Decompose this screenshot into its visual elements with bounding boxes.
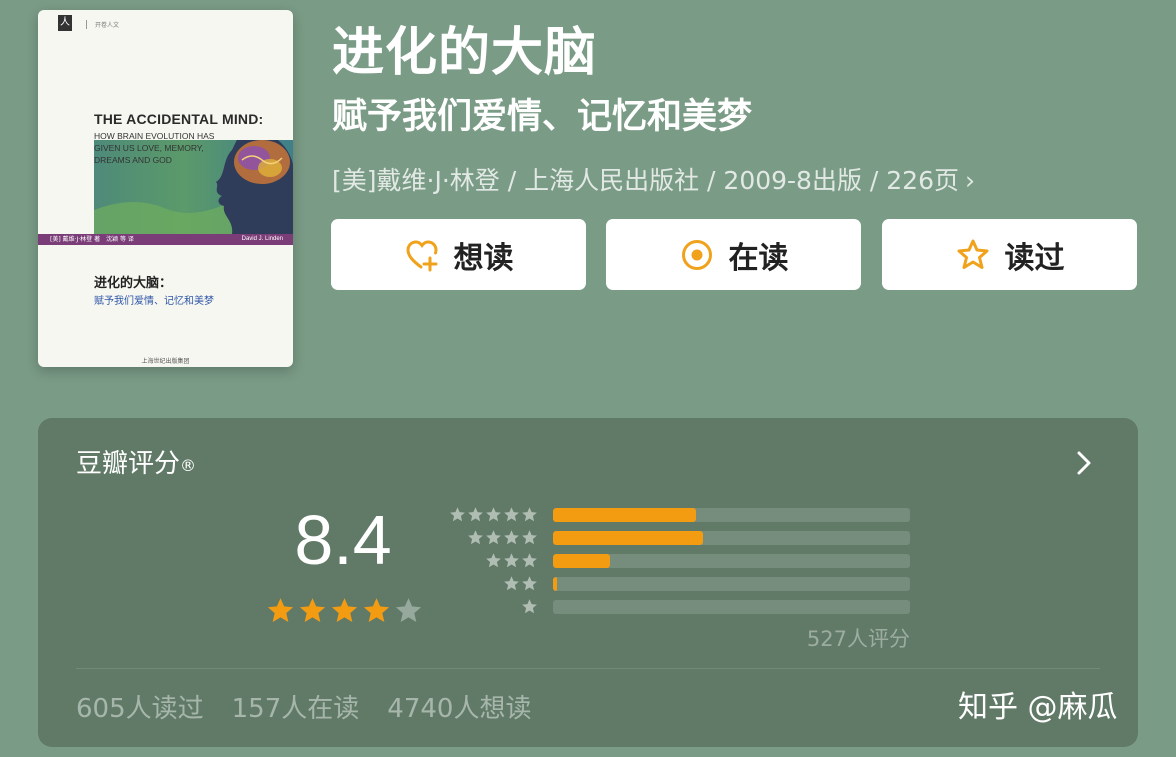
star-filled-icon [267,598,294,622]
rating-header: 豆瓣评分® [76,447,196,481]
want-to-read-button[interactable]: 想读 [331,219,586,290]
rating-bar-track [553,577,910,591]
have-read-label: 读过 [1004,240,1065,276]
book-meta-link[interactable]: [美]戴维·J·林登 / 上海人民出版社 / 2009-8出版 / 226页 › [332,164,975,198]
book-title: 进化的大脑 [332,23,598,83]
star-icon [522,576,537,591]
rating-bar-track [553,508,910,522]
star-filled-icon [299,598,326,622]
star-icon [450,507,465,522]
book-meta-text: [美]戴维·J·林登 / 上海人民出版社 / 2009-8出版 / 226页 [332,166,959,195]
reading-button[interactable]: 在读 [606,219,861,290]
star-rating [266,596,423,625]
star-level [449,506,538,523]
cover-translator: [美] 戴维·J·林登 著 沈颖 等 译 [50,236,134,243]
rating-bar-fill [553,577,557,591]
rating-score: 8.4 [294,501,392,579]
rating-distribution-row [448,506,910,522]
rating-header-text: 豆瓣评分 [76,449,181,479]
star-icon [504,576,519,591]
star-icon [486,553,501,568]
rating-bar-fill [553,554,611,568]
want-to-read-label: 想读 [453,240,514,276]
book-cover[interactable]: 人 开卷人文 THE ACCIDENTAL MIND: HOW BRAIN EV… [38,10,293,367]
cover-english-title: THE ACCIDENTAL MIND: [94,111,264,127]
star-icon [504,553,519,568]
chevron-right-icon[interactable] [1072,448,1096,478]
rating-bar-fill [553,508,696,522]
star-level [485,552,538,569]
star-icon [486,507,501,522]
cover-chinese-subtitle: 赋予我们爱情、记忆和美梦 [94,296,214,307]
star-filled-icon [331,598,358,622]
read-count[interactable]: 605人读过 [76,692,204,726]
star-icon [468,507,483,522]
rating-bar-track [553,531,910,545]
star-icon [504,530,519,545]
star-icon [468,530,483,545]
heart-plus-icon [404,237,440,273]
publisher-logo: 人 [58,15,72,31]
rating-distribution-row [448,552,910,568]
rating-bar-track [553,554,910,568]
star-icon [504,507,519,522]
star-icon [486,530,501,545]
rating-distribution-row [448,598,910,614]
target-icon [679,237,715,273]
registered-mark: ® [180,456,197,475]
star-icon [522,507,537,522]
star-empty-icon [395,598,422,622]
rating-bar-fill [553,531,703,545]
rating-distribution-row [448,575,910,591]
cover-author: David J. Linden [241,236,283,242]
star-level [521,598,538,615]
cover-author-band: [美] 戴维·J·林登 著 沈颖 等 译 David J. Linden [38,234,293,245]
star-level [503,575,538,592]
cover-publisher: 上海世纪出版集团 [141,358,190,365]
star-outline-icon [955,237,991,273]
star-icon [522,553,537,568]
reading-count[interactable]: 157人在读 [232,692,360,726]
cover-series: 开卷人文 [86,20,119,29]
chevron-right-icon: › [965,166,975,195]
zhihu-watermark: 知乎 @麻瓜 [958,690,1118,725]
star-filled-icon [363,598,390,622]
cover-english-subtitle: HOW BRAIN EVOLUTION HAS GIVEN US LOVE, M… [94,131,215,165]
cover-chinese-title: 进化的大脑： [94,276,173,291]
book-subtitle: 赋予我们爱情、记忆和美梦 [332,97,753,137]
reading-label: 在读 [728,240,789,276]
star-icon [522,599,537,614]
have-read-button[interactable]: 读过 [882,219,1137,290]
star-icon [522,530,537,545]
star-level [467,529,538,546]
reader-stats: 605人读过 157人在读 4740人想读 [76,692,531,726]
rating-count: 527人评分 [806,627,910,651]
rating-distribution-row [448,529,910,545]
want-count[interactable]: 4740人想读 [387,692,531,726]
rating-bar-track [553,600,910,614]
divider [76,668,1100,669]
